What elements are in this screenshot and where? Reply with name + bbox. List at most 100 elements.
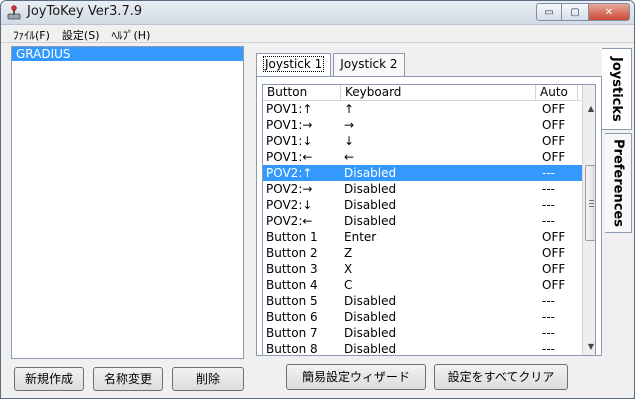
keyboard-cell: Disabled xyxy=(344,198,397,212)
table-row[interactable]: Button 8 Disabled --- xyxy=(263,341,595,356)
button-cell: POV2:↑ xyxy=(266,166,313,180)
auto-cell: OFF xyxy=(542,134,566,148)
tab-joystick-1[interactable]: Joystick 1 xyxy=(256,53,332,77)
button-cell: Button 3 xyxy=(266,262,318,276)
button-cell: Button 5 xyxy=(266,294,318,308)
minimize-button[interactable]: ▭ xyxy=(536,3,562,21)
table-row[interactable]: POV2:→ Disabled --- xyxy=(263,181,595,197)
setup-wizard-button[interactable]: 簡易設定ウィザード xyxy=(286,364,426,390)
keyboard-cell: Disabled xyxy=(344,342,397,356)
scrollbar-thumb[interactable] xyxy=(585,165,595,241)
close-button[interactable]: ✕ xyxy=(588,3,630,21)
button-cell: Button 6 xyxy=(266,310,318,324)
tab-preferences[interactable]: Preferences xyxy=(605,133,632,233)
button-cell: POV1:→ xyxy=(266,118,313,132)
keyboard-cell: Enter xyxy=(344,230,377,244)
main-window: JoyToKey Ver3.7.9 ▭ ▢ ✕ ﾌｧｲﾙ(F) 設定(S) ﾍﾙ… xyxy=(0,0,635,399)
table-row[interactable]: Button 7 Disabled --- xyxy=(263,325,595,341)
window-title: JoyToKey Ver3.7.9 xyxy=(27,4,143,19)
auto-cell: --- xyxy=(542,214,555,228)
new-profile-button[interactable]: 新規作成 xyxy=(14,367,84,391)
table-row[interactable]: Button 3 X OFF xyxy=(263,261,595,277)
button-cell: Button 1 xyxy=(266,230,318,244)
tab-joysticks[interactable]: Joysticks xyxy=(602,48,632,130)
tab-joystick-1-label: Joystick 1 xyxy=(263,56,325,72)
column-header-keyboard[interactable]: Keyboard xyxy=(341,85,536,101)
keyboard-cell: Disabled xyxy=(344,166,397,180)
button-cell: Button 4 xyxy=(266,278,318,292)
keyboard-cell: X xyxy=(344,262,353,276)
button-cell: Button 2 xyxy=(266,246,318,260)
button-cell: POV1:↓ xyxy=(266,134,313,148)
column-header-auto[interactable]: Auto xyxy=(536,85,578,101)
button-cell: Button 8 xyxy=(266,342,318,356)
table-row[interactable]: POV2:↓ Disabled --- xyxy=(263,197,595,213)
maximize-button[interactable]: ▢ xyxy=(562,3,588,21)
auto-cell: OFF xyxy=(542,150,566,164)
clear-all-button[interactable]: 設定をすべてクリア xyxy=(434,364,568,390)
button-cell: POV1:← xyxy=(266,150,313,164)
auto-cell: --- xyxy=(542,198,555,212)
keyboard-cell: C xyxy=(344,278,353,292)
window-controls: ▭ ▢ ✕ xyxy=(536,3,630,21)
keyboard-cell: Disabled xyxy=(344,214,397,228)
auto-cell: --- xyxy=(542,310,555,324)
auto-cell: --- xyxy=(542,294,555,308)
arrow-up-icon[interactable]: ▲ xyxy=(583,101,595,117)
keyboard-cell: Disabled xyxy=(344,310,397,324)
table-row[interactable]: POV1:↑ ↑ OFF xyxy=(263,101,595,117)
title-bar[interactable]: JoyToKey Ver3.7.9 ▭ ▢ ✕ xyxy=(1,1,634,25)
rename-profile-button[interactable]: 名称変更 xyxy=(93,367,163,391)
keyboard-cell: Disabled xyxy=(344,182,397,196)
client-area: GRADIUS 新規作成 名称変更 削除 Joystick 1 Joystick… xyxy=(1,43,634,398)
profile-item-gradius[interactable]: GRADIUS xyxy=(12,47,243,61)
table-row[interactable]: POV2:← Disabled --- xyxy=(263,213,595,229)
table-body: POV1:↑ ↑ OFF POV1:→ → OFF POV1:↓ ↓ OFF POV1:← ← OFF… xyxy=(263,101,595,356)
delete-profile-button[interactable]: 削除 xyxy=(172,367,244,391)
auto-cell: --- xyxy=(542,166,555,180)
table-row[interactable]: Button 4 C OFF xyxy=(263,277,595,293)
button-cell: POV2:↓ xyxy=(266,198,313,212)
table-header: Button Keyboard Auto xyxy=(263,85,595,101)
keyboard-cell: ↓ xyxy=(344,134,355,148)
button-mapping-table[interactable]: Button Keyboard Auto POV1:↑ ↑ OFF POV1:→ → OF… xyxy=(262,84,596,356)
keyboard-cell: ↑ xyxy=(344,102,355,116)
button-cell: POV2:← xyxy=(266,214,313,228)
auto-cell: OFF xyxy=(542,246,566,260)
keyboard-cell: Disabled xyxy=(344,294,397,308)
table-row[interactable]: Button 6 Disabled --- xyxy=(263,309,595,325)
button-cell: Button 7 xyxy=(266,326,318,340)
table-row[interactable]: POV1:← ← OFF xyxy=(263,149,595,165)
table-row[interactable]: Button 1 Enter OFF xyxy=(263,229,595,245)
tab-joystick-2[interactable]: Joystick 2 xyxy=(333,53,405,76)
table-row[interactable]: POV1:↓ ↓ OFF xyxy=(263,133,595,149)
keyboard-cell: Z xyxy=(344,246,353,260)
auto-cell: OFF xyxy=(542,262,566,276)
keyboard-cell: ← xyxy=(344,150,355,164)
keyboard-cell: → xyxy=(344,118,355,132)
column-header-button[interactable]: Button xyxy=(263,85,341,101)
auto-cell: --- xyxy=(542,342,555,356)
arrow-down-icon[interactable]: ▼ xyxy=(583,339,595,355)
joystick-tabs: Joystick 1 Joystick 2 xyxy=(256,53,407,77)
joystick-tab-panel: Button Keyboard Auto POV1:↑ ↑ OFF POV1:→ → OF… xyxy=(256,76,602,356)
button-cell: POV1:↑ xyxy=(266,102,313,116)
auto-cell: OFF xyxy=(542,230,566,244)
profile-list[interactable]: GRADIUS xyxy=(11,46,244,359)
menu-help[interactable]: ﾍﾙﾌﾟ(H) xyxy=(106,25,157,42)
table-row[interactable]: POV2:↑ Disabled --- xyxy=(263,165,595,181)
auto-cell: --- xyxy=(542,182,555,196)
auto-cell: OFF xyxy=(542,118,566,132)
table-row[interactable]: Button 5 Disabled --- xyxy=(263,293,595,309)
table-row[interactable]: Button 2 Z OFF xyxy=(263,245,595,261)
menu-bar: ﾌｧｲﾙ(F) 設定(S) ﾍﾙﾌﾟ(H) xyxy=(1,25,634,43)
vertical-scrollbar[interactable]: ▲ ▼ xyxy=(582,85,595,355)
table-row[interactable]: POV1:→ → OFF xyxy=(263,117,595,133)
joystick-icon xyxy=(7,5,21,20)
auto-cell: OFF xyxy=(542,102,566,116)
menu-settings[interactable]: 設定(S) xyxy=(56,25,106,42)
menu-file[interactable]: ﾌｧｲﾙ(F) xyxy=(7,25,56,42)
auto-cell: OFF xyxy=(542,278,566,292)
button-cell: POV2:→ xyxy=(266,182,313,196)
grip-icon xyxy=(589,200,594,207)
